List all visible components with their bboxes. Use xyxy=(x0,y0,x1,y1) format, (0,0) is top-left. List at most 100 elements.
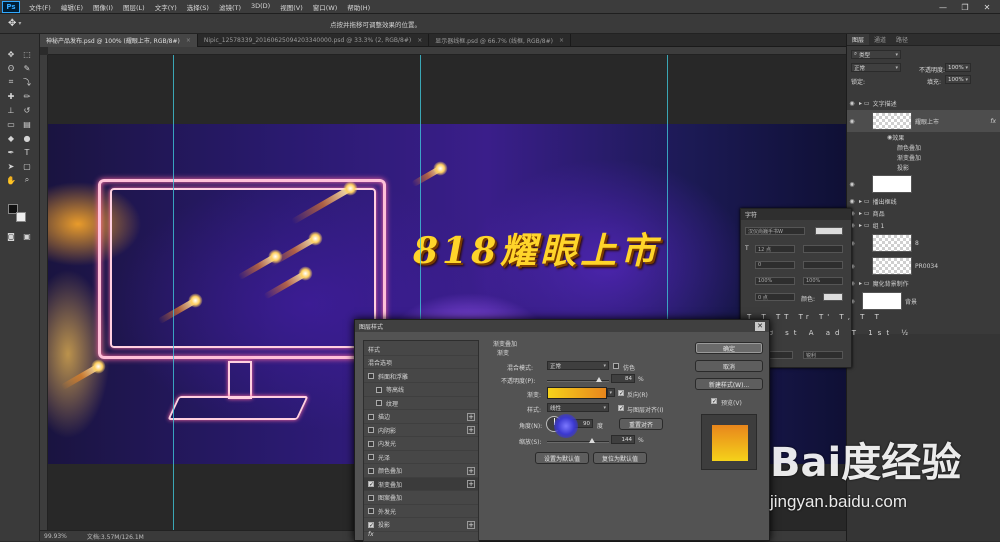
add-effect-icon[interactable]: + xyxy=(467,480,475,488)
make-default-button[interactable]: 设置为默认值 xyxy=(535,452,589,464)
move-tool-icon[interactable]: ✥ xyxy=(4,48,18,60)
menu-item[interactable]: 图像(I) xyxy=(88,2,118,12)
style-item[interactable]: 描边 + xyxy=(364,411,478,424)
hscale-field[interactable]: 100% xyxy=(803,277,843,285)
eye-icon[interactable]: ◉ xyxy=(847,100,857,107)
style-item[interactable]: ✓ 投影 + xyxy=(364,519,478,532)
folder-icon[interactable]: ▸ ▭ xyxy=(859,280,870,287)
layer-row[interactable]: ◉ 8 xyxy=(847,232,1000,254)
reverse-checkbox[interactable]: ✓ xyxy=(618,390,624,397)
style-checkbox[interactable] xyxy=(368,427,374,433)
font-size-field[interactable]: 12 点 xyxy=(755,245,795,253)
crop-tool-icon[interactable]: ⌗ xyxy=(4,76,18,88)
folder-icon[interactable]: ▸ ▭ xyxy=(859,198,870,205)
tab-channels[interactable]: 通道 xyxy=(869,34,891,45)
layer-row[interactable]: ◉ PR0034 xyxy=(847,255,1000,277)
zoom-level[interactable]: 99.93% xyxy=(44,533,67,540)
style-item[interactable]: 内发光 xyxy=(364,438,478,451)
quick-select-tool-icon[interactable]: ✎ xyxy=(20,62,34,74)
opacity-input[interactable]: 84 xyxy=(611,374,635,383)
document-tab[interactable]: 显示器线框.psd @ 66.7% (线框, RGB/8#) × xyxy=(429,34,572,47)
move-tool-icon[interactable]: ✥ xyxy=(8,18,16,29)
preview-checkbox[interactable]: ✓ xyxy=(711,398,717,405)
menu-item[interactable]: 3D(D) xyxy=(246,2,275,12)
layer-blend-mode[interactable]: 正常 xyxy=(851,63,901,72)
add-effect-icon[interactable]: + xyxy=(467,466,475,475)
dither-checkbox[interactable] xyxy=(613,363,619,369)
eyedropper-tool-icon[interactable]: ⤵ xyxy=(20,76,34,88)
style-select[interactable]: 线性 xyxy=(547,403,609,412)
folder-icon[interactable]: ▸ ▭ xyxy=(859,210,870,217)
align-checkbox[interactable]: ✓ xyxy=(618,405,624,412)
dodge-tool-icon[interactable]: ● xyxy=(20,132,34,144)
style-item[interactable]: 纹理 xyxy=(364,397,478,410)
scale-input[interactable]: 144 xyxy=(611,435,635,444)
style-checkbox[interactable] xyxy=(368,373,374,379)
tracking-field[interactable]: 0 xyxy=(755,261,795,269)
font-family-field[interactable]: 汉仪尚巍手书W xyxy=(745,227,805,235)
folder-icon[interactable]: ▸ ▭ xyxy=(859,222,870,229)
add-effect-icon[interactable]: + xyxy=(467,426,475,434)
add-effect-icon[interactable]: + xyxy=(467,520,475,529)
style-checkbox[interactable] xyxy=(368,413,374,420)
blur-tool-icon[interactable]: ◆ xyxy=(4,132,18,144)
layer-row[interactable]: 渐变叠加 xyxy=(847,153,1000,162)
stamp-tool-icon[interactable]: ⊥ xyxy=(4,104,18,116)
lasso-tool-icon[interactable]: ʘ xyxy=(4,62,18,74)
guide-line[interactable] xyxy=(173,55,174,530)
menu-item[interactable]: 文件(F) xyxy=(24,2,56,12)
style-item[interactable]: 内阴影 + xyxy=(364,424,478,437)
dialog-titlebar[interactable]: 图层样式 ✕ xyxy=(355,320,769,332)
style-checkbox[interactable] xyxy=(376,386,382,393)
gradient-swatch[interactable] xyxy=(547,387,607,399)
style-item[interactable]: 斜面和浮雕 xyxy=(364,370,478,383)
tab-paths[interactable]: 路径 xyxy=(891,34,913,45)
style-checkbox[interactable]: ✓ xyxy=(368,481,374,488)
reset-align-button[interactable]: 重置对齐 xyxy=(619,418,663,430)
reset-default-button[interactable]: 复位为默认值 xyxy=(593,452,647,464)
add-effect-icon[interactable]: + xyxy=(467,412,475,421)
shape-tool-icon[interactable]: ▢ xyxy=(20,160,34,172)
menu-item[interactable]: 文字(Y) xyxy=(150,2,182,12)
close-tab-icon[interactable]: × xyxy=(186,37,191,44)
quick-mask-icon[interactable]: ◙ xyxy=(4,230,18,242)
style-checkbox[interactable] xyxy=(368,440,374,447)
style-checkbox[interactable] xyxy=(376,400,382,406)
eye-icon[interactable]: ◉ xyxy=(847,118,857,125)
leading-field[interactable] xyxy=(803,245,843,253)
layer-row[interactable]: ◉ xyxy=(847,173,1000,195)
minimize-button[interactable]: — xyxy=(932,0,954,14)
eye-icon[interactable]: ◉ xyxy=(847,198,857,205)
style-item[interactable]: 颜色叠加 + xyxy=(364,465,478,478)
layer-row[interactable]: ◉ ▸ ▭ 播出框线 xyxy=(847,196,1000,207)
style-item[interactable]: 等高线 xyxy=(364,384,478,397)
styles-header[interactable]: 样式 xyxy=(364,343,478,356)
scale-slider-knob[interactable] xyxy=(588,438,595,443)
layer-row[interactable]: ◉ 背景 xyxy=(847,290,1000,312)
menu-item[interactable]: 窗口(W) xyxy=(308,2,343,12)
history-brush-icon[interactable]: ↺ xyxy=(20,104,34,116)
font-color-swatch[interactable] xyxy=(815,227,843,235)
folder-icon[interactable]: ▸ ▭ xyxy=(859,100,870,107)
background-color-swatch[interactable] xyxy=(16,212,26,222)
headline-text[interactable]: 818耀眼上市 xyxy=(413,222,660,274)
scale-field[interactable]: 100% xyxy=(755,277,795,285)
style-checkbox[interactable] xyxy=(368,494,374,501)
ok-button[interactable]: 确定 xyxy=(695,342,763,354)
menu-item[interactable]: 视图(V) xyxy=(275,2,308,12)
blend-mode-select[interactable]: 正常 xyxy=(547,361,609,370)
layer-row[interactable]: ◉ ▸ ▭ 组 1 xyxy=(847,220,1000,231)
opacity-slider[interactable] xyxy=(547,377,609,382)
eye-icon[interactable]: ◉ xyxy=(847,181,857,188)
scale-slider[interactable] xyxy=(547,438,609,443)
style-checkbox[interactable] xyxy=(368,467,374,474)
restore-button[interactable]: ❐ xyxy=(954,0,976,14)
layer-row[interactable]: ◉ ▸ ▭ 文字描述 xyxy=(847,98,1000,109)
layer-row[interactable]: 投影 xyxy=(847,163,1000,172)
healing-tool-icon[interactable]: ✚ xyxy=(4,90,18,102)
close-tab-icon[interactable]: × xyxy=(559,37,564,44)
layer-row[interactable]: ◉ ▸ ▭ 魔化背景制作 xyxy=(847,278,1000,289)
style-item[interactable]: ✓ 渐变叠加 + xyxy=(364,478,478,491)
style-item[interactable]: 外发光 xyxy=(364,505,478,518)
opacity-slider-knob[interactable] xyxy=(596,377,603,382)
